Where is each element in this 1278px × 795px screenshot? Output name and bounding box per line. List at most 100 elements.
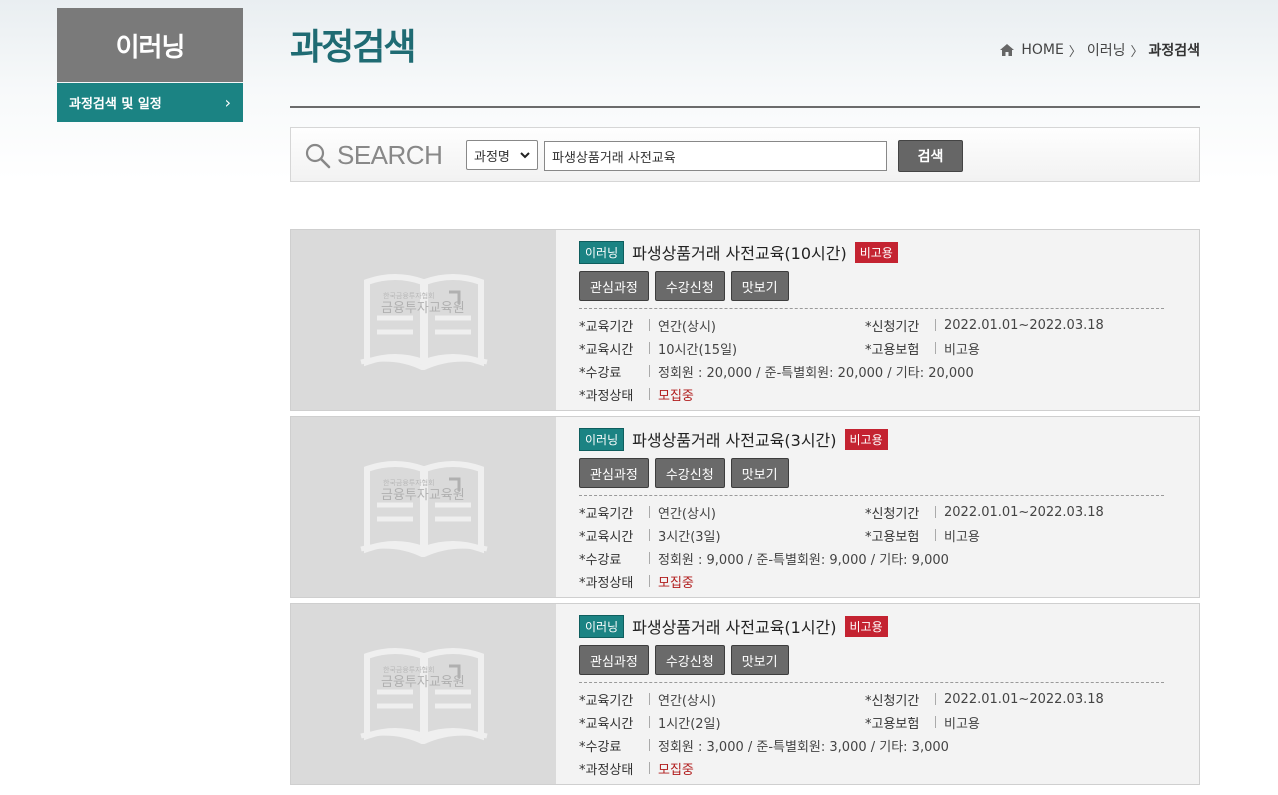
label-fee: *수강료 xyxy=(579,365,622,381)
breadcrumb: HOME 〉 이러닝 〉 과정검색 xyxy=(1000,40,1200,60)
course-card: 한국금융투자협회 금융투자교육원 이러닝 파생상품거래 사전교육(1시간) 비고… xyxy=(290,603,1200,785)
header-divider xyxy=(290,106,1200,108)
breadcrumb-separator: 〉 xyxy=(1130,44,1144,60)
sidebar-item-course-search[interactable]: 과정검색 및 일정 › xyxy=(57,83,243,122)
label-insurance: *고용보험 xyxy=(865,529,920,545)
label-insurance: *고용보험 xyxy=(865,342,920,358)
insurance-badge: 비고용 xyxy=(854,241,898,263)
value-insurance: 비고용 xyxy=(944,529,980,545)
interest-course-button[interactable]: 관심과정 xyxy=(579,458,649,488)
svg-text:금융투자교육원: 금융투자교육원 xyxy=(381,301,465,316)
label-status: *과정상태 xyxy=(579,762,634,778)
course-details: *교육기간 연간(상시) *교육시간 10시간(15일) *수강료 정회원 : … xyxy=(579,315,1164,407)
value-period: 연간(상시) xyxy=(658,319,716,335)
value-apply-period: 2022.01.01~2022.03.18 xyxy=(944,504,1104,520)
value-status: 모집중 xyxy=(658,388,694,404)
label-time: *교육시간 xyxy=(579,529,634,545)
search-label-text: SEARCH xyxy=(337,140,443,170)
label-fee: *수강료 xyxy=(579,552,622,568)
svg-text:한국금융투자협회: 한국금융투자협회 xyxy=(383,665,435,674)
label-period: *교육기간 xyxy=(579,319,634,335)
search-button[interactable]: 검색 xyxy=(898,140,963,172)
search-panel: SEARCH 과정명 검색 xyxy=(290,127,1200,182)
course-card: 한국금융투자협회 금융투자교육원 이러닝 파생상품거래 사전교육(3시간) 비고… xyxy=(290,416,1200,598)
course-info: 이러닝 파생상품거래 사전교육(1시간) 비고용 관심과정 수강신청 맛보기 *… xyxy=(579,614,1164,781)
value-fee: 정회원 : 20,000 / 준-특별회원: 20,000 / 기타: 20,0… xyxy=(658,365,974,381)
course-thumbnail: 한국금융투자협회 금융투자교육원 xyxy=(291,604,556,784)
search-icon xyxy=(305,143,331,168)
enroll-button[interactable]: 수강신청 xyxy=(654,271,725,301)
label-status: *과정상태 xyxy=(579,575,634,591)
course-info: 이러닝 파생상품거래 사전교육(3시간) 비고용 관심과정 수강신청 맛보기 *… xyxy=(579,427,1164,594)
divider xyxy=(579,682,1164,683)
course-card: 한국금융투자협회 금융투자교육원 이러닝 파생상품거래 사전교육(10시간) 비… xyxy=(290,229,1200,411)
interest-course-button[interactable]: 관심과정 xyxy=(579,271,649,301)
breadcrumb-home[interactable]: HOME xyxy=(1021,42,1063,58)
label-apply-period: *신청기간 xyxy=(865,319,920,335)
label-fee: *수강료 xyxy=(579,739,622,755)
home-icon xyxy=(1000,44,1015,56)
value-time: 1시간(2일) xyxy=(658,716,721,732)
book-icon: 한국금융투자협회 금융투자교육원 xyxy=(359,648,488,744)
enroll-button[interactable]: 수강신청 xyxy=(654,458,725,488)
svg-text:한국금융투자협회: 한국금융투자협회 xyxy=(383,291,435,300)
course-type-badge: 이러닝 xyxy=(579,427,625,451)
label-insurance: *고용보험 xyxy=(865,716,920,732)
value-status: 모집중 xyxy=(658,762,694,778)
search-field-select[interactable]: 과정명 xyxy=(466,140,538,170)
label-status: *과정상태 xyxy=(579,388,634,404)
course-type-badge: 이러닝 xyxy=(579,614,625,638)
value-time: 3시간(3일) xyxy=(658,529,721,545)
search-select-value: 과정명 xyxy=(474,149,510,165)
course-title[interactable]: 파생상품거래 사전교육(3시간) xyxy=(632,427,836,451)
course-details: *교육기간 연간(상시) *교육시간 1시간(2일) *수강료 정회원 : 3,… xyxy=(579,689,1164,781)
insurance-badge: 비고용 xyxy=(844,428,888,450)
insurance-badge: 비고용 xyxy=(844,615,888,637)
svg-text:한국금융투자협회: 한국금융투자협회 xyxy=(383,478,435,487)
svg-text:금융투자교육원: 금융투자교육원 xyxy=(381,488,465,503)
chevron-right-icon: › xyxy=(224,93,231,112)
breadcrumb-separator: 〉 xyxy=(1068,44,1082,60)
breadcrumb-current: 과정검색 xyxy=(1148,43,1200,59)
course-title[interactable]: 파생상품거래 사전교육(1시간) xyxy=(632,614,836,638)
course-title[interactable]: 파생상품거래 사전교육(10시간) xyxy=(632,240,847,264)
label-time: *교육시간 xyxy=(579,716,634,732)
value-fee: 정회원 : 9,000 / 준-특별회원: 9,000 / 기타: 9,000 xyxy=(658,552,949,568)
value-period: 연간(상시) xyxy=(658,506,716,522)
breadcrumb-elearning[interactable]: 이러닝 xyxy=(1087,40,1126,60)
value-insurance: 비고용 xyxy=(944,716,980,732)
value-apply-period: 2022.01.01~2022.03.18 xyxy=(944,691,1104,707)
book-icon: 한국금융투자협회 금융투자교육원 xyxy=(359,461,488,557)
interest-course-button[interactable]: 관심과정 xyxy=(579,645,649,675)
course-thumbnail: 한국금융투자협회 금융투자교육원 xyxy=(291,230,556,410)
search-label: SEARCH xyxy=(305,140,443,171)
value-status: 모집중 xyxy=(658,575,694,591)
sidebar-title: 이러닝 xyxy=(57,8,243,82)
course-type-badge: 이러닝 xyxy=(579,240,625,264)
page-title: 과정검색 xyxy=(290,27,416,68)
value-period: 연간(상시) xyxy=(658,693,716,709)
enroll-button[interactable]: 수강신청 xyxy=(654,645,725,675)
value-apply-period: 2022.01.01~2022.03.18 xyxy=(944,317,1104,333)
svg-text:금융투자교육원: 금융투자교육원 xyxy=(381,675,465,690)
chevron-down-icon xyxy=(520,152,530,159)
label-period: *교육기간 xyxy=(579,693,634,709)
value-insurance: 비고용 xyxy=(944,342,980,358)
preview-button[interactable]: 맛보기 xyxy=(730,645,789,675)
book-icon: 한국금융투자협회 금융투자교육원 xyxy=(359,274,488,370)
value-time: 10시간(15일) xyxy=(658,342,738,358)
preview-button[interactable]: 맛보기 xyxy=(730,271,789,301)
label-apply-period: *신청기간 xyxy=(865,506,920,522)
course-thumbnail: 한국금융투자협회 금융투자교육원 xyxy=(291,417,556,597)
divider xyxy=(579,495,1164,496)
preview-button[interactable]: 맛보기 xyxy=(730,458,789,488)
course-info: 이러닝 파생상품거래 사전교육(10시간) 비고용 관심과정 수강신청 맛보기 … xyxy=(579,240,1164,407)
value-fee: 정회원 : 3,000 / 준-특별회원: 3,000 / 기타: 3,000 xyxy=(658,739,949,755)
divider xyxy=(579,308,1164,309)
label-period: *교육기간 xyxy=(579,506,634,522)
search-input[interactable] xyxy=(544,141,887,171)
label-apply-period: *신청기간 xyxy=(865,693,920,709)
label-time: *교육시간 xyxy=(579,342,634,358)
sidebar-item-label: 과정검색 및 일정 xyxy=(69,97,162,112)
course-details: *교육기간 연간(상시) *교육시간 3시간(3일) *수강료 정회원 : 9,… xyxy=(579,502,1164,594)
